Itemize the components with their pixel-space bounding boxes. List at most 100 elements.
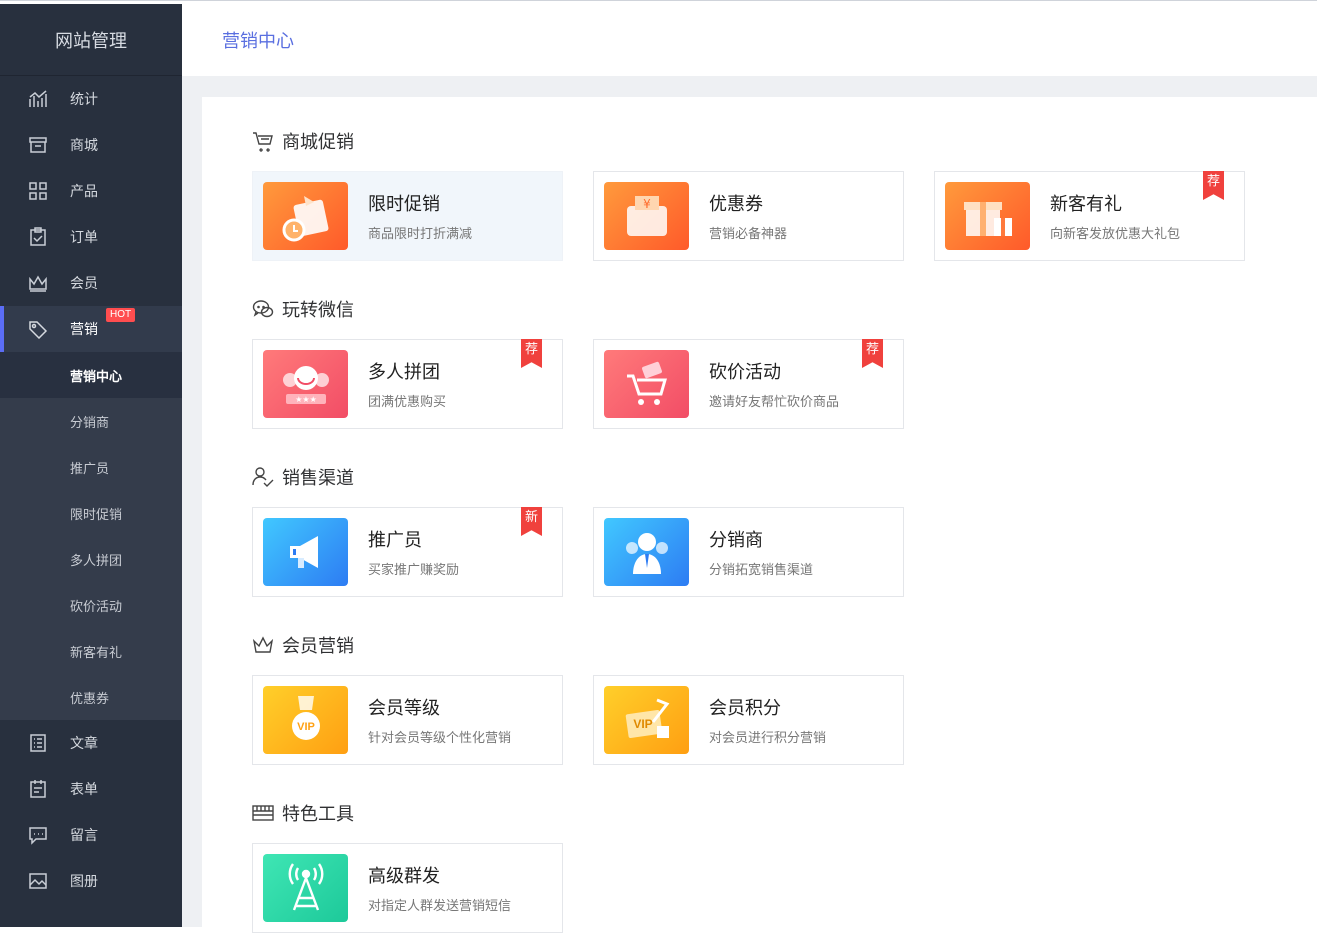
card-desc: 营销必备神器 xyxy=(709,227,788,242)
card-desc: 向新客发放优惠大礼包 xyxy=(1050,227,1181,242)
card-title: 分销商 xyxy=(709,530,763,551)
sidebar-item-orders[interactable]: 订单 xyxy=(0,214,182,260)
card-desc: 对指定人群发送营销短信 xyxy=(368,899,512,914)
section-sales-channels: 销售渠道 推广员 买家推广赚奖励 新 分销商 分销拓宽销售渠道 xyxy=(252,465,934,597)
section-wechat: 玩转微信 ★★★ 多人拼团 团满优惠购买 荐 砍价活动 邀请好友帮忙砍价商品 荐 xyxy=(252,297,934,429)
sidebar-subitem-distributors[interactable]: 分销商 xyxy=(0,398,182,444)
marketing-submenu: 营销中心 分销商 推广员 限时促销 多人拼团 砍价活动 新客有礼 优惠券 xyxy=(0,352,182,720)
sidebar-item-label: 订单 xyxy=(70,230,98,246)
card-desc: 对会员进行积分营销 xyxy=(709,731,827,746)
card-member-levels[interactable]: VIP 会员等级 针对会员等级个性化营销 xyxy=(252,675,563,765)
card-distributors[interactable]: 分销商 分销拓宽销售渠道 xyxy=(593,507,904,597)
section-title-text: 玩转微信 xyxy=(282,300,354,321)
toolbox-icon xyxy=(252,802,274,824)
sidebar-item-members[interactable]: 会员 xyxy=(0,260,182,306)
bargain-cart-icon xyxy=(604,350,689,418)
card-mass-messaging[interactable]: 高级群发 对指定人群发送营销短信 xyxy=(252,843,563,933)
chart-icon xyxy=(28,89,48,109)
svg-text:¥: ¥ xyxy=(643,197,651,211)
megaphone-icon xyxy=(263,518,348,586)
sidebar-item-label: 文章 xyxy=(70,736,98,752)
svg-text:★★★: ★★★ xyxy=(295,395,317,404)
card-desc: 邀请好友帮忙砍价商品 xyxy=(709,395,840,410)
sidebar-subitem-bargain[interactable]: 砍价活动 xyxy=(0,582,182,628)
card-promoters[interactable]: 推广员 买家推广赚奖励 新 xyxy=(252,507,563,597)
section-title-text: 会员营销 xyxy=(282,636,354,657)
section-member-marketing: 会员营销 VIP 会员等级 针对会员等级个性化营销 VIP 会员积分 对会员进行… xyxy=(252,633,934,765)
card-new-customer-gift[interactable]: 新客有礼 向新客发放优惠大礼包 荐 xyxy=(934,171,1245,261)
sidebar-item-label: 会员 xyxy=(70,276,98,292)
user-channel-icon xyxy=(252,466,274,488)
card-flash-sale[interactable]: 限时促销 商品限时打折满减 xyxy=(252,171,563,261)
card-group-buy[interactable]: ★★★ 多人拼团 团满优惠购买 荐 xyxy=(252,339,563,429)
sidebar-item-articles[interactable]: 文章 xyxy=(0,720,182,766)
section-title: 特色工具 xyxy=(252,801,593,825)
vip-medal-icon: VIP xyxy=(263,686,348,754)
section-title-text: 商城促销 xyxy=(282,132,354,153)
content-panel: 商城促销 限时促销 商品限时打折满减 ¥ 优惠券 营销必备神器 新客有礼 向新客… xyxy=(202,97,1317,933)
grid-icon xyxy=(28,181,48,201)
card-desc: 分销拓宽销售渠道 xyxy=(709,563,814,578)
card-title: 砍价活动 xyxy=(709,362,781,383)
tag-icon xyxy=(28,319,48,339)
card-bargain[interactable]: 砍价活动 邀请好友帮忙砍价商品 荐 xyxy=(593,339,904,429)
brand-title: 网站管理 xyxy=(0,4,182,76)
sidebar-subitem-group-buy[interactable]: 多人拼团 xyxy=(0,536,182,582)
sidebar-item-products[interactable]: 产品 xyxy=(0,168,182,214)
message-icon xyxy=(28,825,48,845)
sidebar-item-albums[interactable]: 图册 xyxy=(0,858,182,904)
coupon-icon: ¥ xyxy=(604,182,689,250)
recommend-tag: 荐 xyxy=(521,339,542,368)
section-title: 会员营销 xyxy=(252,633,934,657)
sidebar-subitem-coupons[interactable]: 优惠券 xyxy=(0,674,182,720)
gift-clock-icon xyxy=(263,182,348,250)
card-desc: 买家推广赚奖励 xyxy=(368,563,460,578)
image-icon xyxy=(28,871,48,891)
recommend-tag: 荐 xyxy=(1203,171,1224,200)
vip-points-icon: VIP xyxy=(604,686,689,754)
gift-box-icon xyxy=(945,182,1030,250)
card-title: 推广员 xyxy=(368,530,422,551)
sidebar-subitem-new-customer-gift[interactable]: 新客有礼 xyxy=(0,628,182,674)
sidebar-subitem-flash-sale[interactable]: 限时促销 xyxy=(0,490,182,536)
main-area: 商城促销 限时促销 商品限时打折满减 ¥ 优惠券 营销必备神器 新客有礼 向新客… xyxy=(182,76,1317,933)
card-member-points[interactable]: VIP 会员积分 对会员进行积分营销 xyxy=(593,675,904,765)
hot-badge: HOT xyxy=(106,308,136,322)
clipboard-check-icon xyxy=(28,227,48,247)
crown-icon xyxy=(28,273,48,293)
sidebar: 网站管理 统计 商城 产品 订单 会员 营销 HOT 营销中心 分销商 推广员 … xyxy=(0,4,182,927)
section-title-text: 特色工具 xyxy=(282,804,354,825)
sidebar-item-messages[interactable]: 留言 xyxy=(0,812,182,858)
sidebar-item-marketing[interactable]: 营销 HOT xyxy=(0,306,182,352)
broadcast-tower-icon xyxy=(263,854,348,922)
card-title: 优惠券 xyxy=(709,194,763,215)
sidebar-item-label: 图册 xyxy=(70,874,98,890)
list-icon xyxy=(28,733,48,753)
store-icon xyxy=(28,135,48,155)
card-title: 会员等级 xyxy=(368,698,440,719)
distributors-icon xyxy=(604,518,689,586)
card-coupons[interactable]: ¥ 优惠券 营销必备神器 xyxy=(593,171,904,261)
new-tag: 新 xyxy=(521,507,542,536)
card-desc: 团满优惠购买 xyxy=(368,395,447,410)
page-header: 营销中心 xyxy=(182,4,1317,76)
card-title: 新客有礼 xyxy=(1050,194,1122,215)
sidebar-item-label: 表单 xyxy=(70,782,98,798)
svg-text:VIP: VIP xyxy=(297,721,315,733)
card-title: 限时促销 xyxy=(368,194,440,215)
section-title: 销售渠道 xyxy=(252,465,934,489)
recommend-tag: 荐 xyxy=(862,339,883,368)
crown-icon xyxy=(252,634,274,656)
sidebar-subitem-marketing-center[interactable]: 营销中心 xyxy=(0,352,182,398)
sidebar-item-forms[interactable]: 表单 xyxy=(0,766,182,812)
card-desc: 针对会员等级个性化营销 xyxy=(368,731,512,746)
wechat-icon xyxy=(252,298,274,320)
sidebar-item-store[interactable]: 商城 xyxy=(0,122,182,168)
sidebar-subitem-promoters[interactable]: 推广员 xyxy=(0,444,182,490)
section-title-text: 销售渠道 xyxy=(282,468,354,489)
card-desc: 商品限时打折满减 xyxy=(368,227,473,242)
section-title: 玩转微信 xyxy=(252,297,934,321)
section-special-tools: 特色工具 高级群发 对指定人群发送营销短信 xyxy=(252,801,593,933)
sidebar-item-stats[interactable]: 统计 xyxy=(0,76,182,122)
card-title: 会员积分 xyxy=(709,698,781,719)
